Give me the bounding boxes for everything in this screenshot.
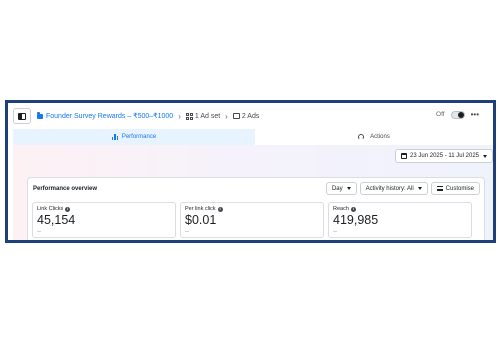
metric-label-row: Link Clicks i [37,206,171,212]
campaign-name: Founder Survey Rewards – ₹500–₹1000 [46,113,174,120]
granularity-dropdown[interactable]: Day [325,182,357,195]
bar-chart-icon [111,134,119,140]
info-icon[interactable]: i [65,206,71,212]
toggle-label: Off [436,111,445,118]
gauge-icon [358,134,365,140]
metric-card-reach[interactable]: Reach i 419,985 -- [328,202,472,238]
breadcrumb-bar: Founder Survey Rewards – ₹500–₹1000 › 1 … [8,103,493,129]
metric-label: Per link click [185,206,216,212]
metric-value: 45,154 [37,213,76,227]
toggle-sidebar-button[interactable] [13,108,31,124]
campaign-panel: Founder Survey Rewards – ₹500–₹1000 › 1 … [5,100,496,243]
performance-overview-card: Performance overview Day Activity histor… [27,177,485,240]
info-icon[interactable]: i [217,206,223,212]
metric-value: $0.01 [185,213,217,227]
sidebar-icon [18,112,26,120]
sliders-icon [436,186,443,191]
info-icon[interactable]: i [350,206,356,212]
metric-label-row: Reach i [333,206,467,212]
metric-label: Link Clicks [37,206,64,212]
tab-performance-label: Performance [121,134,157,140]
activity-history-label: Activity history: All [365,185,414,192]
metric-value: 419,985 [333,213,379,227]
performance-content: 23 Jun 2025 - 11 Jul 2025 Performance ov… [13,145,493,240]
metric-label-row: Per link click i [185,206,319,212]
folder-icon [37,112,43,119]
ads-label: 2 Ads [241,112,260,120]
metric-comparison: -- [333,229,337,235]
customise-button[interactable]: Customise [430,182,480,195]
metric-card-link-clicks[interactable]: Link Clicks i 45,154 -- [32,202,176,238]
caret-down-icon [346,187,351,190]
customise-label: Customise [445,185,474,192]
campaign-status-toggle[interactable] [450,110,465,119]
date-range-picker[interactable]: 23 Jun 2025 - 11 Jul 2025 [395,149,493,163]
caret-down-icon [483,154,487,158]
granularity-label: Day [331,185,343,192]
metric-comparison: -- [37,229,41,235]
tab-actions-label: Actions [370,134,390,140]
breadcrumb-ad-set[interactable]: 1 Ad set [185,112,221,120]
chevron-right-icon: › [225,111,228,121]
ad-set-icon [185,112,193,120]
metric-comparison: -- [185,229,189,235]
calendar-icon [401,153,408,159]
section-title: Performance overview [33,186,98,192]
date-range-label: 23 Jun 2025 - 11 Jul 2025 [410,153,479,159]
metric-card-cost-per-link-click[interactable]: Per link click i $0.01 -- [180,202,324,238]
ad-icon [232,113,240,119]
view-tabs: Performance Actions [13,129,493,145]
activity-history-dropdown[interactable]: Activity history: All [359,182,428,195]
more-options-icon[interactable]: ••• [471,110,479,119]
metric-cards: Link Clicks i 45,154 -- Per link click i… [32,202,472,238]
breadcrumb-campaign[interactable]: Founder Survey Rewards – ₹500–₹1000 [37,112,173,120]
tab-actions[interactable]: Actions [255,129,493,145]
status-toggle-group: Off ••• [436,110,479,119]
tab-performance[interactable]: Performance [13,129,255,145]
ad-set-label: 1 Ad set [194,112,221,120]
metric-label: Reach [333,206,349,212]
chevron-right-icon: › [178,111,181,121]
breadcrumb-ads[interactable]: 2 Ads [232,112,260,120]
overview-controls: Day Activity history: All Customise [325,182,480,195]
caret-down-icon [417,187,422,190]
